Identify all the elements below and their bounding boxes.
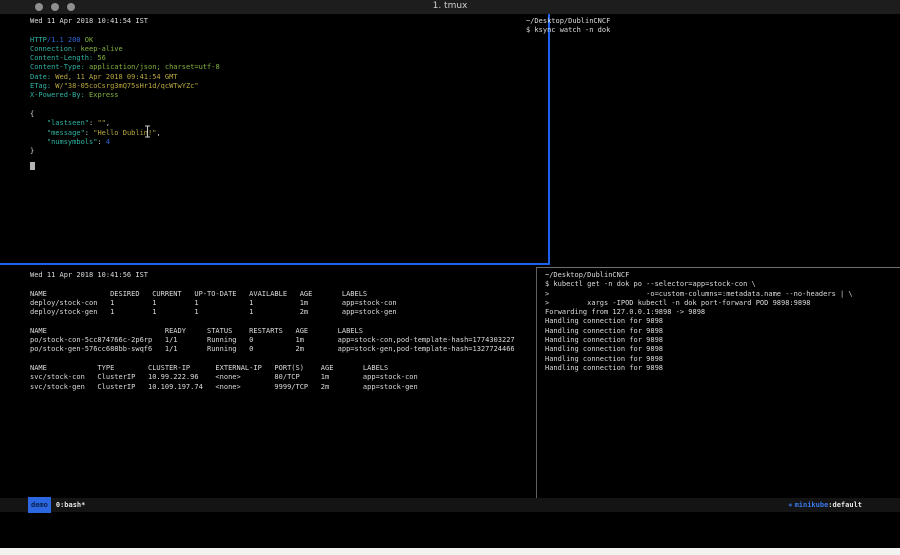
terminal-window: 1. tmux Wed 11 Apr 2018 10:41:54 IST HTTP… [0, 0, 900, 555]
terminal-line: deploy/stock-gen 1 1 1 1 2m app=stock-ge… [30, 308, 560, 317]
pane-ksync[interactable]: ~/Desktop/DublinCNCF$ ksync watch -n dok [522, 14, 900, 267]
terminal-line: Content-Type: application/json; charset=… [30, 63, 548, 72]
terminal-line: Handling connection for 9898 [545, 336, 900, 345]
desktop-background-strip [0, 548, 900, 555]
terminal-line: NAME DESIRED CURRENT UP-TO-DATE AVAILABL… [30, 290, 560, 299]
terminal-line: svc/stock-gen ClusterIP 10.109.197.74 <n… [30, 383, 560, 392]
terminal-line: $ ksync watch -n dok [526, 26, 900, 35]
pane-kubectl-get[interactable]: Wed 11 Apr 2018 10:41:56 IST NAME DESIRED… [0, 263, 560, 504]
terminal-line: NAME TYPE CLUSTER-IP EXTERNAL-IP PORT(S)… [30, 364, 560, 373]
helm-icon: ⎈ [788, 498, 792, 512]
terminal-line: Content-Length: 56 [30, 54, 548, 63]
terminal-line: Date: Wed, 11 Apr 2018 09:41:54 GMT [30, 73, 548, 82]
terminal-line [30, 101, 548, 110]
terminal-line: "numsymbols": 4 [30, 138, 548, 147]
terminal-line: NAME READY STATUS RESTARTS AGE LABELS [30, 327, 560, 336]
status-left: demo 0:bash* [28, 498, 85, 512]
terminal-line [30, 280, 560, 289]
pane-divider-horizontal[interactable] [536, 267, 900, 268]
terminal-line: po/stock-gen-576cc688bb-swqf6 1/1 Runnin… [30, 345, 560, 354]
terminal-line: "lastseen": "", [30, 119, 548, 128]
terminal-line [30, 317, 560, 326]
terminal-line: > -o=custom-columns=:metadata.name --no-… [545, 290, 900, 299]
terminal-line: { [30, 110, 548, 119]
terminal-line: ~/Desktop/DublinCNCF [526, 17, 900, 26]
window-tab-bash[interactable]: 0:bash* [56, 498, 86, 512]
terminal-line [30, 355, 560, 364]
terminal-line: svc/stock-con ClusterIP 10.99.222.96 <no… [30, 373, 560, 382]
terminal-line: Connection: keep-alive [30, 45, 548, 54]
text-cursor-icon [143, 123, 152, 142]
terminal-line: HTTP/1.1 200 OK [30, 36, 548, 45]
window-titlebar[interactable]: 1. tmux [0, 0, 900, 14]
terminal-line: Wed 11 Apr 2018 10:41:54 IST [30, 17, 548, 26]
terminal-line: Handling connection for 9898 [545, 364, 900, 373]
pane-port-forward[interactable]: ~/Desktop/DublinCNCF$ kubectl get -n dok… [538, 268, 900, 499]
terminal-line: Handling connection for 9898 [545, 327, 900, 336]
terminal-line: Handling connection for 9898 [545, 317, 900, 326]
window-title: 1. tmux [0, 1, 900, 11]
kube-context: minikube [795, 498, 829, 512]
terminal-line: ~/Desktop/DublinCNCF [545, 271, 900, 280]
tmux-status-bar: demo 0:bash* ⎈ minikube :default [0, 498, 900, 512]
session-name-badge: demo [28, 497, 51, 513]
kube-namespace: :default [828, 498, 862, 512]
terminal-line: } [30, 147, 548, 156]
terminal-line: Forwarding from 127.0.0.1:9898 -> 9898 [545, 308, 900, 317]
terminal-line: $ kubectl get -n dok po --selector=app=s… [545, 280, 900, 289]
status-right: ⎈ minikube :default [788, 498, 862, 512]
pane-http-response[interactable]: Wed 11 Apr 2018 10:41:54 IST HTTP/1.1 200… [0, 14, 550, 265]
terminal-line: po/stock-con-5cc874766c-2p6rp 1/1 Runnin… [30, 336, 560, 345]
terminal-line: X-Powered-By: Express [30, 91, 548, 100]
terminal-line [30, 26, 548, 35]
terminal-line: deploy/stock-con 1 1 1 1 1m app=stock-co… [30, 299, 560, 308]
terminal-cursor [30, 162, 35, 170]
terminal-line: ETag: W/"38-05coCsrg3mQ75sHr1d/qcWTwYZc" [30, 82, 548, 91]
terminal-line: Handling connection for 9898 [545, 345, 900, 354]
terminal-line: Handling connection for 9898 [545, 355, 900, 364]
terminal-line: "message": "Hello Dublin!", [30, 129, 548, 138]
pane-divider-vertical[interactable] [536, 268, 537, 498]
terminal-line: Wed 11 Apr 2018 10:41:56 IST [30, 271, 560, 280]
terminal-line: > xargs -IPOD kubectl -n dok port-forwar… [545, 299, 900, 308]
